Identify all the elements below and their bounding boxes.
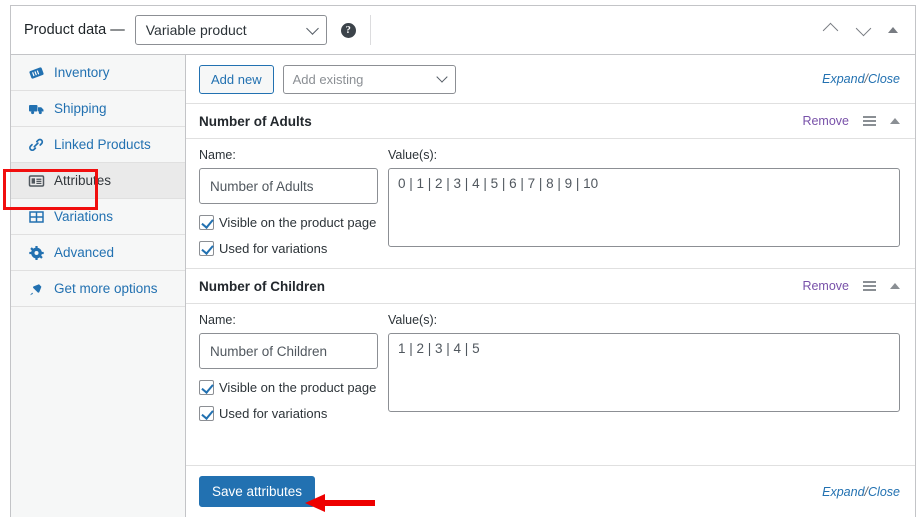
gear-icon [28, 245, 45, 261]
used-for-variations-row[interactable]: Used for variations [199, 406, 384, 421]
page-title: Product data — [24, 22, 125, 38]
attribute-fields: Name: Visible on the product page Used f… [186, 139, 915, 268]
attribute-name-input[interactable] [199, 168, 378, 204]
attribute-name-column: Name: Visible on the product page Used f… [199, 148, 384, 256]
attribute-values-label: Value(s): [388, 148, 438, 162]
sidebar-item-label: Attributes [54, 172, 112, 188]
attribute-values-column: Value(s): 1 | 2 | 3 | 4 | 5 [388, 313, 900, 421]
drag-handle-icon[interactable] [863, 281, 876, 291]
expand-close-links-bottom: Expand/Close [822, 485, 900, 499]
attribute-name-input[interactable] [199, 333, 378, 369]
attribute-header: Number of Adults Remove [186, 104, 915, 139]
sidebar-item-inventory[interactable]: Inventory [11, 55, 185, 91]
product-type-value: Variable product [145, 22, 247, 38]
expand-close-links-top: Expand/Close [822, 72, 900, 86]
used-for-variations-label: Used for variations [219, 406, 328, 421]
attribute-header: Number of Children Remove [186, 269, 915, 304]
sidebar-item-shipping[interactable]: Shipping [11, 91, 185, 127]
add-new-attribute-button[interactable]: Add new [199, 64, 274, 94]
attribute-values-textarea[interactable]: 0 | 1 | 2 | 3 | 4 | 5 | 6 | 7 | 8 | 9 | … [388, 168, 900, 247]
panel-order-controls [822, 20, 907, 39]
attribute-header-actions: Remove [802, 279, 900, 293]
attribute-fields: Name: Visible on the product page Used f… [186, 304, 915, 433]
attributes-toolbar: Add new Add existing Expand/Close [186, 55, 915, 104]
visible-on-product-page-checkbox[interactable] [199, 215, 214, 230]
attribute-values-label: Value(s): [388, 313, 438, 327]
add-existing-attribute-select[interactable]: Add existing [282, 64, 456, 94]
attribute-header-actions: Remove [802, 114, 900, 128]
expand-link[interactable]: Expand [822, 485, 864, 499]
used-for-variations-label: Used for variations [219, 241, 328, 256]
visible-checkbox-row[interactable]: Visible on the product page [199, 215, 384, 230]
help-circle-icon[interactable]: ? [340, 22, 356, 38]
header-divider [369, 15, 371, 45]
visible-checkbox-row[interactable]: Visible on the product page [199, 380, 384, 395]
sidebar-item-label: Variations [54, 208, 114, 224]
attribute-name-label: Name: [199, 148, 236, 162]
close-link[interactable]: Close [868, 72, 900, 86]
used-for-variations-row[interactable]: Used for variations [199, 241, 384, 256]
truck-icon [28, 101, 45, 117]
attribute-title: Number of Adults [199, 113, 312, 129]
sidebar-item-linked-products[interactable]: Linked Products [11, 127, 185, 163]
sidebar-item-attributes[interactable]: Attributes [11, 163, 185, 199]
attribute-name-column: Name: Visible on the product page Used f… [199, 313, 384, 421]
attribute-values-column: Value(s): 0 | 1 | 2 | 3 | 4 | 5 | 6 | 7 … [388, 148, 900, 256]
attribute-name-label: Name: [199, 313, 236, 327]
sidebar-item-label: Shipping [54, 100, 107, 116]
attributes-footer: Save attributes Expand/Close [186, 465, 915, 517]
visible-on-product-page-checkbox[interactable] [199, 380, 214, 395]
remove-attribute-link[interactable]: Remove [802, 279, 849, 293]
attributes-panel: Add new Add existing Expand/Close Number… [186, 55, 915, 517]
remove-attribute-link[interactable]: Remove [802, 114, 849, 128]
chevron-down-icon [305, 22, 319, 35]
triangle-up-icon[interactable] [890, 283, 900, 289]
attribute-block: Number of Children Remove Name: Number o… [186, 269, 915, 433]
attribute-block: Number of Adults Remove Name: Number of … [186, 104, 915, 268]
sidebar-item-get-more-options[interactable]: Get more options [11, 271, 185, 307]
product-data-tabs: Inventory Shipping Linked Products Attri… [11, 55, 186, 517]
drag-handle-icon[interactable] [863, 116, 876, 126]
save-attributes-button[interactable]: Save attributes [199, 476, 316, 507]
link-chain-icon [28, 137, 45, 153]
panel-header: Product data — Variable product ? [11, 6, 915, 55]
triangle-up-icon[interactable] [890, 118, 900, 124]
product-type-select[interactable]: Variable product [134, 15, 327, 45]
chevron-up-icon[interactable] [822, 21, 840, 39]
used-for-variations-checkbox[interactable] [199, 241, 214, 256]
chevron-down-icon[interactable] [855, 20, 873, 39]
sidebar-item-advanced[interactable]: Advanced [11, 235, 185, 271]
attribute-title: Number of Children [199, 278, 326, 294]
product-data-screen: Product data — Variable product ? Invent… [0, 0, 923, 517]
grid-table-icon [28, 209, 45, 225]
sidebar-item-variations[interactable]: Variations [11, 199, 185, 235]
expand-link[interactable]: Expand [822, 72, 864, 86]
sidebar-item-label: Advanced [54, 244, 115, 260]
add-existing-placeholder: Add existing [292, 71, 364, 87]
sidebar-item-label: Inventory [54, 64, 110, 80]
plug-icon [28, 281, 45, 297]
visible-on-product-page-label: Visible on the product page [219, 215, 377, 230]
panel-body: Inventory Shipping Linked Products Attri… [11, 55, 915, 517]
inventory-tag-icon [28, 65, 45, 81]
attribute-values-textarea[interactable]: 1 | 2 | 3 | 4 | 5 [388, 333, 900, 412]
sidebar-item-label: Get more options [54, 280, 158, 296]
product-data-panel: Product data — Variable product ? Invent… [10, 5, 916, 517]
triangle-up-icon[interactable] [888, 27, 898, 33]
attributes-list-icon [28, 173, 45, 189]
sidebar-item-label: Linked Products [54, 136, 151, 152]
chevron-down-icon [435, 71, 448, 83]
visible-on-product-page-label: Visible on the product page [219, 380, 377, 395]
close-link[interactable]: Close [868, 485, 900, 499]
used-for-variations-checkbox[interactable] [199, 406, 214, 421]
